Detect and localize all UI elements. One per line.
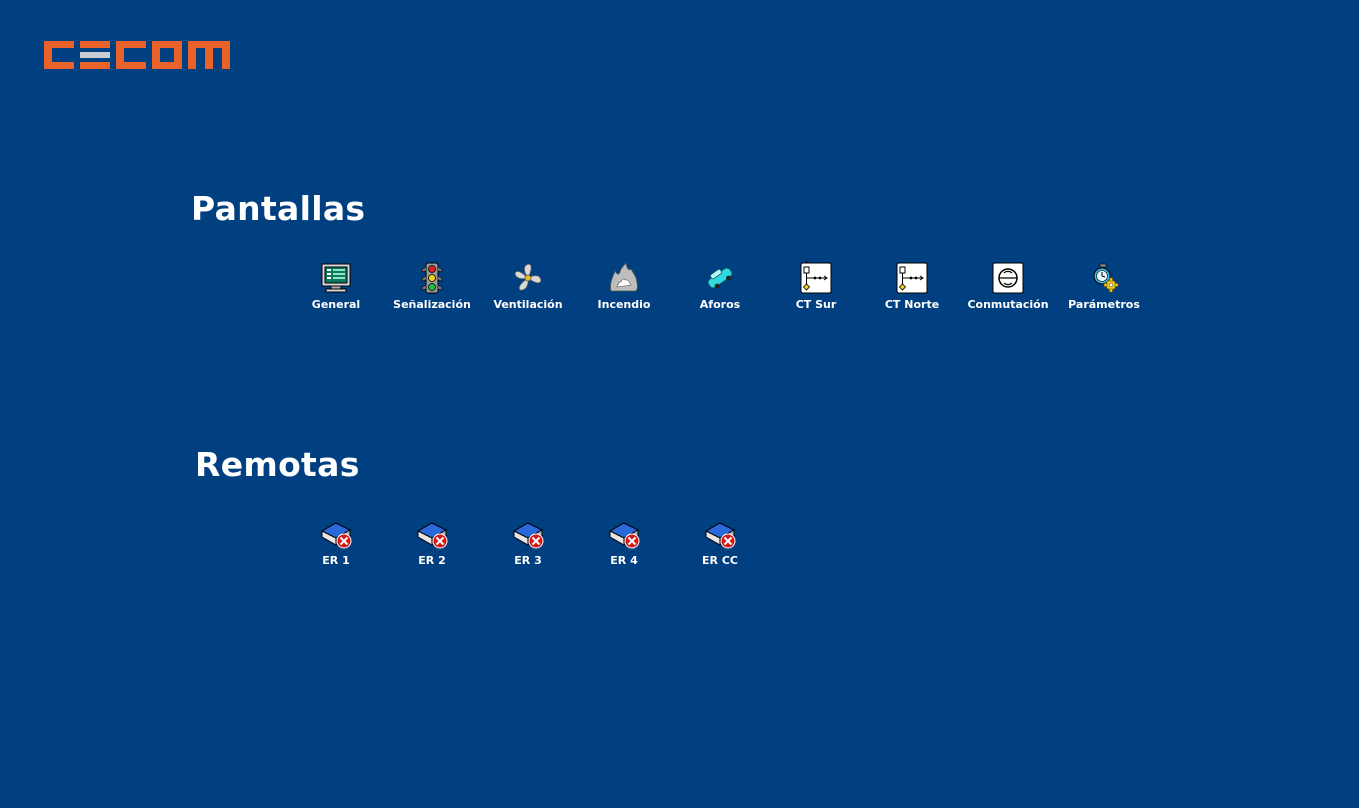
screen-button-ventilacion[interactable]: Ventilación [480, 261, 576, 319]
screen-button-conmutacion[interactable]: Conmutación [960, 261, 1056, 319]
screen-label: CT Norte [884, 298, 940, 311]
car-icon [707, 267, 733, 289]
remote-label: ER 4 [610, 554, 638, 567]
remote-button-er3[interactable]: ER 3 [480, 517, 576, 575]
screen-button-incendio[interactable]: Incendio [576, 261, 672, 319]
switch-icon [992, 262, 1024, 294]
traffic-light-icon [421, 262, 443, 294]
section-title-pantallas: Pantallas [191, 189, 366, 228]
screen-button-general[interactable]: General [288, 261, 384, 319]
remote-station-error-icon [608, 522, 640, 549]
section-title-remotas: Remotas [195, 445, 360, 484]
screen-label: Señalización [393, 298, 471, 311]
fan-icon [514, 263, 542, 291]
remote-button-er2[interactable]: ER 2 [384, 517, 480, 575]
remote-button-ercc[interactable]: ER CC [672, 517, 768, 575]
remote-button-er4[interactable]: ER 4 [576, 517, 672, 575]
remote-station-error-icon [320, 522, 352, 549]
screen-label: Parámetros [1068, 298, 1140, 311]
screen-label: General [311, 298, 361, 311]
fire-icon [610, 261, 638, 292]
remote-label: ER 2 [418, 554, 446, 567]
electrical-diagram-icon [800, 261, 832, 294]
pantallas-icon-row: General Señalización Ventilación Incendi… [0, 0, 1359, 808]
screen-label: CT Sur [795, 298, 837, 311]
remote-label: ER CC [702, 554, 738, 567]
monitor-icon [321, 263, 351, 293]
remote-station-error-icon [416, 522, 448, 549]
screen-label: Aforos [699, 298, 741, 311]
remote-station-error-icon [512, 522, 544, 549]
screen-button-ct-sur[interactable]: CT Sur [768, 261, 864, 319]
stopwatch-gear-icon [1093, 263, 1119, 293]
remote-label: ER 3 [514, 554, 542, 567]
screen-label: Conmutación [967, 298, 1049, 311]
screen-button-parametros[interactable]: Parámetros [1056, 261, 1152, 319]
remote-station-error-icon [704, 522, 736, 549]
electrical-diagram-icon [896, 262, 928, 294]
screen-label: Incendio [597, 298, 651, 311]
cecom-logo [44, 41, 230, 69]
screen-button-senalizacion[interactable]: Señalización [384, 261, 480, 319]
screen-button-ct-norte[interactable]: CT Norte [864, 261, 960, 319]
remotas-icon-row: ER 1 ER 2 ER 3 ER 4 ER CC [0, 0, 1359, 808]
remote-label: ER 1 [322, 554, 350, 567]
screen-button-aforos[interactable]: Aforos [672, 261, 768, 319]
remote-button-er1[interactable]: ER 1 [288, 517, 384, 575]
screen-label: Ventilación [493, 298, 563, 311]
